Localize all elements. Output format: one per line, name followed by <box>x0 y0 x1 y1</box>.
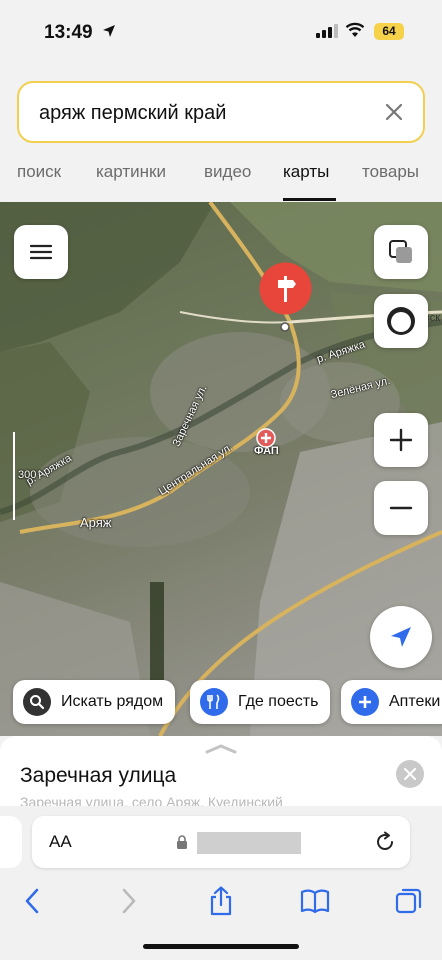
close-icon <box>404 768 416 780</box>
cellular-signal-icon <box>316 24 338 38</box>
browser-toolbar: AA <box>0 806 442 960</box>
chip-label: Где поесть <box>238 693 319 710</box>
location-pin-icon[interactable] <box>259 262 312 315</box>
tab-goods[interactable]: товары <box>362 162 419 182</box>
tab-video[interactable]: видео <box>204 162 251 182</box>
place-card[interactable]: Заречная улица Заречная улица, село Аряж… <box>0 736 442 810</box>
navigation-arrow-icon <box>391 627 411 647</box>
plus-icon <box>389 428 413 452</box>
wifi-icon <box>345 22 365 37</box>
chip-search-nearby[interactable]: Искать рядом <box>13 680 176 724</box>
fork-knife-icon <box>200 688 228 716</box>
tab-maps[interactable]: карты <box>283 162 329 182</box>
village-label: Аряж <box>80 515 112 530</box>
minus-icon <box>389 506 413 510</box>
active-tab-indicator <box>283 198 336 201</box>
zoom-out-button[interactable] <box>374 481 428 535</box>
place-title: Заречная улица <box>20 764 177 787</box>
home-indicator <box>143 944 299 949</box>
search-input[interactable]: аряж пермский край <box>17 81 425 143</box>
search-tabs: поиск картинки видео карты товары <box>0 162 442 202</box>
plus-icon <box>351 688 379 716</box>
browser-nav-row <box>0 880 442 926</box>
battery-indicator: 64 <box>374 23 404 40</box>
chip-label: Искать рядом <box>61 693 164 710</box>
hamburger-icon <box>30 244 52 260</box>
bookmarks-icon[interactable] <box>300 886 330 916</box>
menu-button[interactable] <box>14 225 68 279</box>
sheet-handle-icon[interactable] <box>205 744 237 754</box>
tab-images[interactable]: картинки <box>96 162 166 182</box>
satellite-map[interactable]: ФАП Аряж Центральная ул. Заречная ул. Зе… <box>0 202 442 736</box>
address-bar[interactable]: AA <box>32 816 410 868</box>
page-settings-button[interactable]: AA <box>49 832 72 852</box>
layers-icon <box>389 240 412 263</box>
my-location-button[interactable] <box>370 606 432 668</box>
location-arrow-icon <box>103 25 115 37</box>
search-icon <box>23 688 51 716</box>
chip-label: Аптеки <box>389 693 441 710</box>
chip-pharmacies[interactable]: Аптеки <box>341 680 442 724</box>
layers-button[interactable] <box>374 225 428 279</box>
reload-icon[interactable] <box>374 831 396 853</box>
share-icon[interactable] <box>206 886 236 916</box>
back-icon[interactable] <box>18 886 48 916</box>
chip-where-to-eat[interactable]: Где поесть <box>190 680 331 724</box>
forward-icon[interactable] <box>113 886 143 916</box>
url-redacted <box>197 832 301 854</box>
alice-assistant-icon <box>387 307 415 335</box>
lock-icon <box>177 835 187 849</box>
zoom-in-button[interactable] <box>374 413 428 467</box>
close-card-button[interactable] <box>396 760 424 788</box>
search-query: аряж пермский край <box>39 102 227 124</box>
medical-plus-icon[interactable] <box>256 428 276 448</box>
tab-search[interactable]: поиск <box>17 162 61 182</box>
tabs-icon[interactable] <box>394 886 424 916</box>
search-header: аряж пермский край поиск картинки видео … <box>0 60 442 202</box>
status-time: 13:49 <box>44 22 93 43</box>
previous-tab-preview[interactable] <box>0 816 22 868</box>
status-bar: 13:49 64 <box>0 0 442 60</box>
clear-icon[interactable] <box>383 101 405 123</box>
map-scale-label: 300 <box>18 469 37 481</box>
alice-button[interactable] <box>374 294 428 348</box>
